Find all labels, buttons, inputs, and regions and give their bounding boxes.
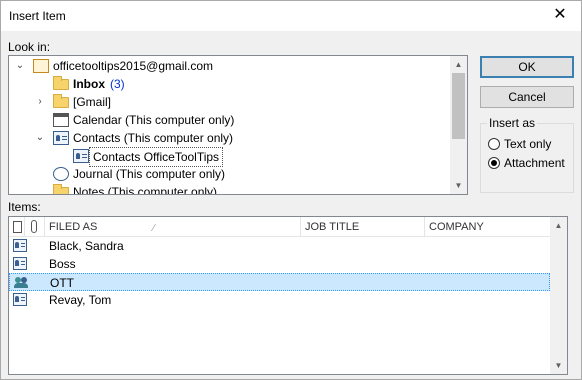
paperclip-icon — [31, 220, 37, 233]
ok-button[interactable]: OK — [480, 56, 574, 78]
contact-card-icon — [13, 257, 27, 270]
unread-count: (3) — [110, 77, 125, 91]
filed-as-cell: Revay, Tom — [49, 293, 112, 307]
tree-item-inbox[interactable]: Inbox (3) — [9, 75, 449, 93]
tree-item-notes[interactable]: Notes (This computer only) — [9, 183, 449, 195]
list-item[interactable]: Black, Sandra — [9, 237, 550, 255]
items-list[interactable]: FILED AS ⁄ JOB TITLE COMPANY Black, Sand… — [8, 216, 568, 375]
contact-group-icon — [14, 276, 30, 290]
contact-card-icon — [13, 239, 27, 252]
tree-scrollbar[interactable]: ▲ ▼ — [450, 56, 467, 194]
cancel-button[interactable]: Cancel — [480, 86, 574, 108]
dialog-title: Insert Item — [9, 9, 66, 23]
radio-checked-icon[interactable] — [488, 157, 500, 169]
contacts-icon — [53, 131, 69, 145]
radio-icon[interactable] — [488, 138, 500, 150]
expand-chevron-icon[interactable]: › — [35, 93, 45, 111]
items-header: FILED AS ⁄ JOB TITLE COMPANY — [9, 217, 550, 237]
filed-as-cell: Boss — [49, 257, 76, 271]
scroll-up-icon[interactable]: ▲ — [450, 56, 467, 73]
tree-item-label: Inbox — [73, 77, 105, 91]
contacts-icon — [73, 149, 89, 163]
scroll-up-icon[interactable]: ▲ — [550, 217, 567, 234]
column-header-company[interactable]: COMPANY — [425, 217, 550, 237]
tree-item-contacts-officetooltips[interactable]: Contacts OfficeToolTips — [9, 147, 449, 167]
title-bar: Insert Item ✕ — [1, 1, 581, 31]
tree-item-label: Contacts (This computer only) — [73, 131, 234, 145]
look-in-label: Look in: — [8, 40, 51, 54]
close-button[interactable]: ✕ — [551, 6, 569, 24]
items-label: Items: — [8, 200, 41, 214]
tree-item-contacts[interactable]: ⌄ Contacts (This computer only) — [9, 129, 449, 147]
tree-item-calendar[interactable]: Calendar (This computer only) — [9, 111, 449, 129]
tree-item-label: officetooltips2015@gmail.com — [53, 59, 214, 73]
items-scrollbar[interactable]: ▲ ▼ — [550, 217, 567, 374]
sort-indicator-icon: ⁄ — [153, 223, 155, 234]
tree-item-label: Journal (This computer only) — [73, 167, 226, 181]
folder-icon — [53, 76, 69, 90]
account-icon — [33, 59, 49, 73]
scroll-down-icon[interactable]: ▼ — [550, 357, 567, 374]
column-header-label: JOB TITLE — [305, 221, 360, 233]
filed-as-cell: OTT — [50, 276, 74, 290]
calendar-icon — [53, 113, 69, 127]
column-header-label: FILED AS — [49, 221, 98, 233]
tree-item-label: Calendar (This computer only) — [73, 113, 235, 127]
column-header-filed-as[interactable]: FILED AS ⁄ — [45, 217, 301, 237]
tree-item-account[interactable]: ⌄ officetooltips2015@gmail.com — [9, 57, 449, 75]
radio-label: Text only — [504, 137, 552, 151]
scroll-down-icon[interactable]: ▼ — [450, 177, 467, 194]
journal-icon — [53, 167, 69, 181]
attachment-column-header[interactable] — [25, 217, 45, 237]
filed-as-cell: Black, Sandra — [49, 239, 124, 253]
radio-label: Attachment — [504, 156, 565, 170]
notes-icon — [53, 184, 69, 194]
tree-item-label: [Gmail] — [73, 95, 112, 109]
insert-as-title: Insert as — [487, 116, 538, 130]
tree-item-label: Notes (This computer only) — [73, 185, 218, 195]
document-icon — [13, 221, 22, 233]
insert-as-group: Insert as Text only Attachment — [480, 116, 574, 193]
collapse-chevron-icon[interactable]: ⌄ — [15, 57, 25, 75]
icon-column-header[interactable] — [9, 217, 25, 237]
list-item[interactable]: Revay, Tom — [9, 291, 550, 309]
column-header-job-title[interactable]: JOB TITLE — [301, 217, 425, 237]
list-item-selected[interactable]: OTT — [9, 273, 550, 291]
tree-item-journal[interactable]: Journal (This computer only) — [9, 165, 449, 183]
tree-item-label: Contacts OfficeToolTips — [89, 147, 224, 167]
column-header-label: COMPANY — [429, 221, 484, 233]
scroll-thumb[interactable] — [452, 73, 465, 139]
list-item[interactable]: Boss — [9, 255, 550, 273]
insert-item-dialog: Insert Item ✕ Look in: ⌄ officetooltips2… — [0, 0, 582, 380]
folder-icon — [53, 94, 69, 108]
tree-item-gmail[interactable]: › [Gmail] — [9, 93, 449, 111]
folder-tree[interactable]: ⌄ officetooltips2015@gmail.com Inbox (3)… — [8, 55, 468, 195]
contact-card-icon — [13, 293, 27, 306]
collapse-chevron-icon[interactable]: ⌄ — [35, 129, 45, 147]
